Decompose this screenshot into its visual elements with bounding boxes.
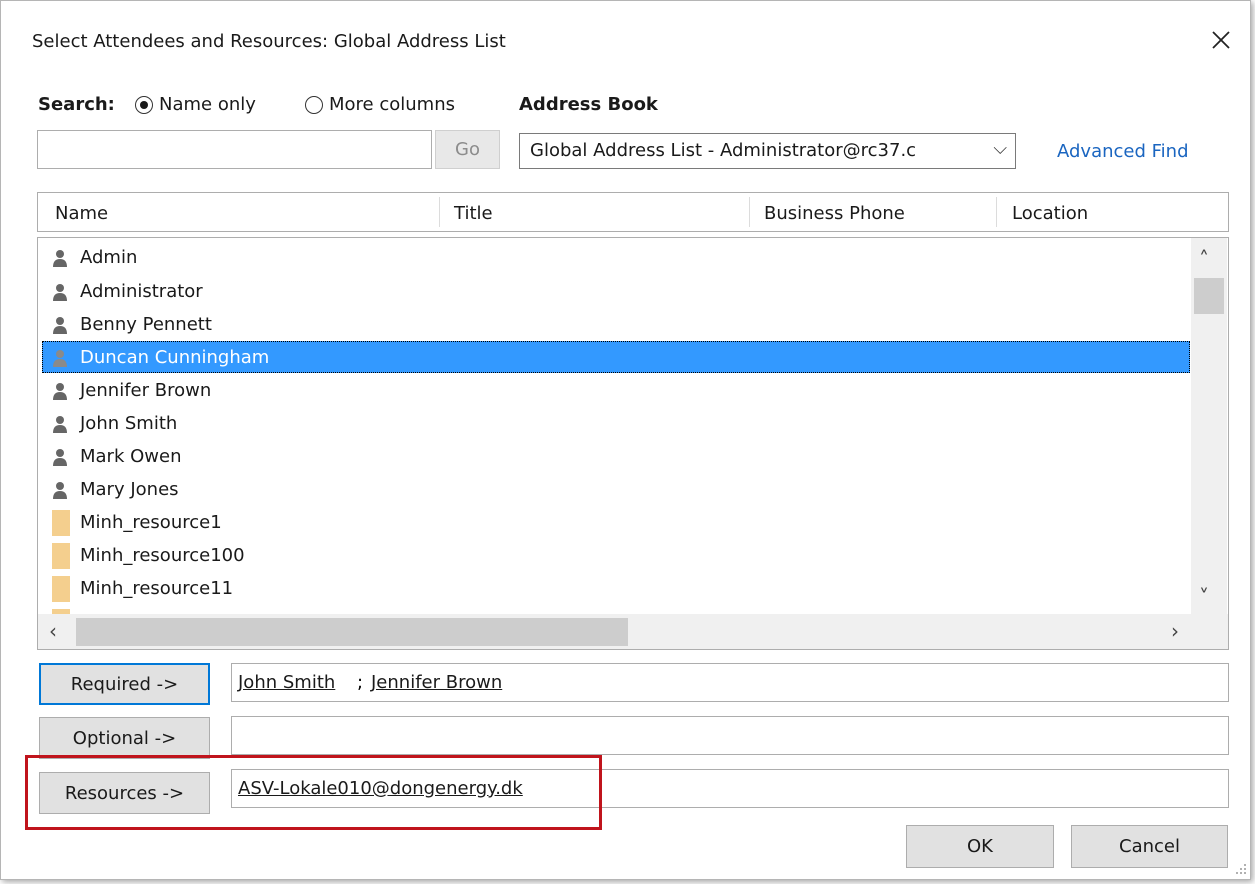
address-book-dropdown[interactable]: Global Address List - Administrator@rc37… bbox=[519, 133, 1016, 169]
more-columns-label[interactable]: More columns bbox=[329, 94, 455, 115]
scroll-right-icon[interactable]: › bbox=[1171, 619, 1179, 643]
list-item[interactable]: Admin bbox=[42, 241, 1190, 273]
required-separator: ; bbox=[357, 672, 364, 693]
resource-icon bbox=[52, 576, 70, 602]
select-attendees-dialog: Select Attendees and Resources: Global A… bbox=[0, 0, 1251, 880]
required-button[interactable]: Required -> bbox=[39, 663, 210, 705]
address-book-selected: Global Address List - Administrator@rc37… bbox=[530, 140, 917, 161]
scroll-down-icon[interactable]: ˅ bbox=[1199, 585, 1209, 609]
person-icon bbox=[53, 350, 67, 367]
vertical-scroll-thumb[interactable] bbox=[1194, 278, 1224, 314]
column-divider[interactable] bbox=[996, 197, 997, 227]
address-book-label: Address Book bbox=[519, 94, 658, 115]
optional-button[interactable]: Optional -> bbox=[39, 717, 210, 759]
list-item[interactable]: Benny Pennett bbox=[42, 308, 1190, 340]
address-list: Admin Administrator Benny Pennett Duncan… bbox=[37, 237, 1229, 650]
list-item[interactable]: Minh_resource11 bbox=[42, 572, 1190, 604]
column-header: Name Title Business Phone Location bbox=[37, 192, 1229, 232]
resource-icon bbox=[52, 543, 70, 569]
person-icon bbox=[53, 482, 67, 499]
name-only-radio[interactable] bbox=[135, 96, 153, 114]
advanced-find-link[interactable]: Advanced Find bbox=[1057, 141, 1189, 162]
list-item[interactable]: John Smith bbox=[42, 407, 1190, 439]
person-icon bbox=[53, 449, 67, 466]
scroll-left-icon[interactable]: ‹ bbox=[49, 619, 57, 643]
person-icon bbox=[53, 383, 67, 400]
required-field[interactable]: John Smith ; Jennifer Brown bbox=[231, 663, 1229, 702]
column-business-phone[interactable]: Business Phone bbox=[764, 203, 905, 224]
list-item[interactable]: Minh_resource100 bbox=[42, 539, 1190, 571]
required-recipient: Jennifer Brown bbox=[371, 672, 503, 693]
horizontal-scroll-thumb[interactable] bbox=[76, 618, 628, 646]
person-icon bbox=[53, 250, 67, 267]
close-icon[interactable] bbox=[1206, 25, 1236, 55]
more-columns-radio[interactable] bbox=[305, 96, 323, 114]
person-icon bbox=[53, 416, 67, 433]
dialog-title: Select Attendees and Resources: Global A… bbox=[32, 31, 506, 52]
scroll-up-icon[interactable]: ˄ bbox=[1199, 247, 1209, 271]
column-location[interactable]: Location bbox=[1012, 203, 1088, 224]
chevron-down-icon: ⌵ bbox=[993, 138, 1007, 159]
person-icon bbox=[53, 317, 67, 334]
list-item-selected[interactable]: Duncan Cunningham bbox=[42, 341, 1190, 373]
search-input[interactable] bbox=[37, 130, 432, 169]
optional-field[interactable] bbox=[231, 716, 1229, 755]
list-item[interactable]: Jennifer Brown bbox=[42, 374, 1190, 406]
cancel-button[interactable]: Cancel bbox=[1071, 825, 1228, 868]
list-item[interactable]: Mark Owen bbox=[42, 440, 1190, 472]
name-only-label[interactable]: Name only bbox=[159, 94, 256, 115]
person-icon bbox=[53, 284, 67, 301]
list-item[interactable]: Mary Jones bbox=[42, 473, 1190, 505]
highlight-annotation-box bbox=[25, 755, 602, 830]
resource-icon bbox=[52, 510, 70, 536]
ok-button[interactable]: OK bbox=[906, 825, 1054, 868]
list-item[interactable]: Minh_resource1 bbox=[42, 506, 1190, 538]
search-label: Search: bbox=[38, 94, 115, 115]
column-divider[interactable] bbox=[439, 197, 440, 227]
go-button[interactable]: Go bbox=[435, 130, 500, 169]
required-recipient: John Smith bbox=[238, 672, 336, 693]
resize-grip-icon[interactable] bbox=[1235, 863, 1247, 875]
list-item[interactable]: Administrator bbox=[42, 275, 1190, 307]
column-divider[interactable] bbox=[749, 197, 750, 227]
column-title[interactable]: Title bbox=[454, 203, 493, 224]
column-name[interactable]: Name bbox=[55, 203, 108, 224]
